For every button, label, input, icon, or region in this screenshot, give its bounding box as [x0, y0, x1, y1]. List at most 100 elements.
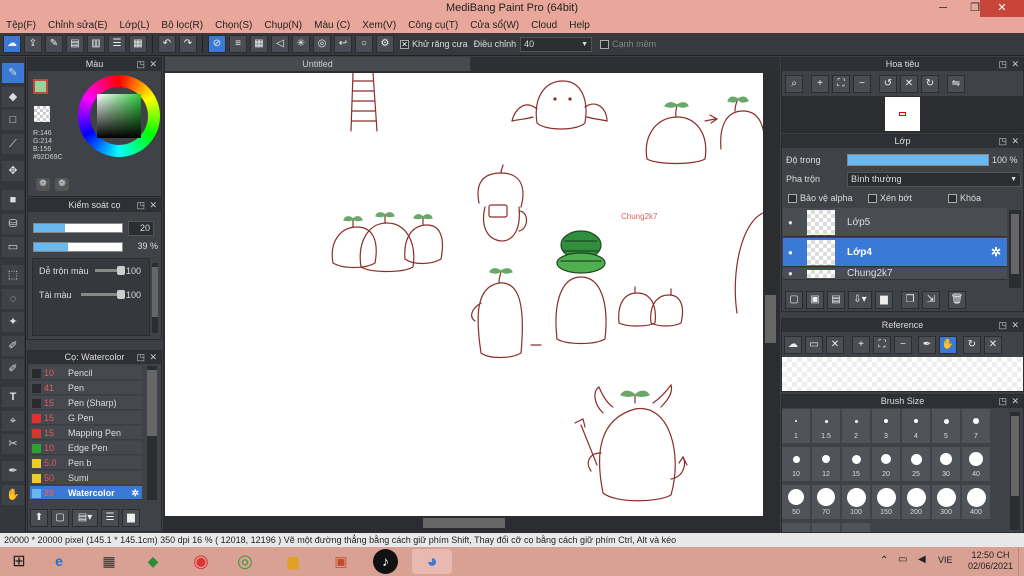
close-icon[interactable]: ✕: [1011, 395, 1019, 408]
menu-item[interactable]: Chụp(N): [264, 20, 302, 31]
close-icon[interactable]: ✕: [149, 199, 157, 212]
brush-size-preset[interactable]: 200: [902, 485, 930, 519]
snap-circle-icon[interactable]: ◎: [313, 35, 331, 53]
lock-checkbox[interactable]: [948, 193, 957, 203]
menu-item[interactable]: Chỉnh sửa(E): [48, 20, 108, 31]
fit-icon[interactable]: ⛶: [873, 336, 891, 354]
duplicate-layer-icon[interactable]: ❐: [901, 291, 919, 309]
rotate-left-icon[interactable]: ↺: [879, 75, 897, 93]
layer-blend-select[interactable]: Bình thường ▼: [847, 172, 1021, 187]
clock[interactable]: 12:50 CH 02/06/2021: [968, 550, 1013, 572]
color-mode-icon[interactable]: ❁: [55, 178, 69, 191]
close-icon[interactable]: ✕: [1011, 319, 1019, 332]
green-app-icon[interactable]: ◎: [230, 549, 260, 574]
snap-grid-icon[interactable]: ▦: [250, 35, 268, 53]
clip-checkbox[interactable]: [868, 193, 877, 203]
move-tool-icon[interactable]: ✥: [2, 161, 24, 181]
brush-size-preset[interactable]: 40: [962, 447, 990, 481]
show-desktop-button[interactable]: [1018, 547, 1024, 576]
protect-alpha-checkbox[interactable]: [788, 193, 797, 203]
export-icon[interactable]: ⇪: [24, 35, 42, 53]
fill-rect-tool-icon[interactable]: ■: [2, 190, 24, 210]
menu-item[interactable]: Công cụ(T): [408, 20, 458, 31]
menu-item[interactable]: Tệp(F): [6, 20, 36, 31]
size-slider[interactable]: [33, 223, 123, 233]
undock-icon[interactable]: ◳: [136, 199, 145, 212]
brush-list-item[interactable]: 15 Pen (Sharp): [30, 396, 142, 410]
undock-icon[interactable]: ◳: [998, 58, 1007, 71]
cloud-open-icon[interactable]: ☁: [784, 336, 802, 354]
reset-view-icon[interactable]: ✕: [900, 75, 918, 93]
smooth-checkbox[interactable]: [600, 39, 610, 49]
gear-icon[interactable]: ✲: [131, 486, 139, 500]
rotate-icon[interactable]: ↻: [963, 336, 981, 354]
menu-item[interactable]: Chọn(S): [215, 20, 252, 31]
language-indicator[interactable]: VIE: [938, 555, 953, 565]
layer-folder-icon[interactable]: ▆: [875, 291, 893, 309]
brush-list-scrollbar[interactable]: [147, 366, 157, 500]
page-icon[interactable]: ▥: [87, 35, 105, 53]
presentation-app-icon[interactable]: ▣: [326, 549, 356, 574]
grid-icon[interactable]: ▦: [129, 35, 147, 53]
ie-browser-icon[interactable]: e: [44, 549, 74, 574]
medibang-taskbar-icon[interactable]: ◕: [412, 549, 452, 574]
select-tool-icon[interactable]: ⬚: [2, 265, 24, 285]
zoom-in-icon[interactable]: +: [811, 75, 829, 93]
snap-off-icon[interactable]: ⊘: [208, 35, 226, 53]
windows-start-icon[interactable]: ⊞: [4, 549, 34, 574]
eye-icon[interactable]: ●: [788, 208, 793, 237]
lasso-tool-icon[interactable]: ◌: [2, 289, 24, 309]
mahjong-app-icon[interactable]: ▦: [94, 549, 124, 574]
brush-size-preset[interactable]: 50: [782, 485, 810, 519]
gradient-tool-icon[interactable]: ▭: [2, 237, 24, 257]
zoom-out-icon[interactable]: −: [853, 75, 871, 93]
brush-size-preset[interactable]: 7: [962, 409, 990, 443]
flip-icon[interactable]: ⇋: [947, 75, 965, 93]
layer-list-scrollbar[interactable]: [1009, 210, 1021, 288]
menu-item[interactable]: Bộ lọc(R): [161, 20, 203, 31]
brush-size-preset[interactable]: 20: [872, 447, 900, 481]
close-button[interactable]: ✕: [980, 0, 1024, 17]
undo-icon[interactable]: ↶: [158, 35, 176, 53]
open-file-icon[interactable]: ▭: [805, 336, 823, 354]
brush-size-preset[interactable]: 100: [842, 485, 870, 519]
new-halftone-layer-icon[interactable]: ▣: [806, 291, 824, 309]
new-layer-icon[interactable]: ▢: [785, 291, 803, 309]
undock-icon[interactable]: ◳: [998, 395, 1007, 408]
brush-folder-icon[interactable]: ▆: [122, 509, 140, 527]
brush-size-scrollbar[interactable]: [1010, 412, 1020, 530]
ink-slider[interactable]: [81, 290, 125, 299]
menu-item[interactable]: Cloud: [531, 20, 557, 31]
brush-tool-icon[interactable]: ✎: [2, 63, 24, 83]
layer-opacity-slider[interactable]: [847, 154, 989, 166]
snap-parallel-icon[interactable]: ≡: [229, 35, 247, 53]
brush-size-preset[interactable]: 30: [932, 447, 960, 481]
eye-icon[interactable]: ●: [788, 268, 793, 280]
brush-size-preset[interactable]: [812, 523, 840, 532]
adjust-select[interactable]: 40 ▼: [520, 36, 593, 52]
volume-icon[interactable]: ◀: [918, 554, 926, 565]
canvas-hscroll[interactable]: [165, 516, 763, 530]
divide-tool-icon[interactable]: ✂: [2, 434, 24, 454]
brush-list-item[interactable]: 50 Sumi: [30, 471, 142, 485]
add-brush-icon[interactable]: ⬆: [30, 509, 48, 527]
layer-item[interactable]: ● Lớp5: [783, 208, 1007, 237]
hand-icon[interactable]: ✋: [939, 336, 957, 354]
line-tool-icon[interactable]: ⟋: [2, 134, 24, 154]
zoom-out-icon[interactable]: −: [894, 336, 912, 354]
brush-size-preset[interactable]: 10: [782, 447, 810, 481]
brush-size-preset[interactable]: [842, 523, 870, 532]
bluestacks-icon[interactable]: ◆: [138, 549, 168, 574]
hand-tool-icon[interactable]: ✋: [2, 485, 24, 505]
new-brush-icon[interactable]: ▢: [51, 509, 69, 527]
close-icon[interactable]: ✕: [1011, 58, 1019, 71]
reset-icon[interactable]: ✕: [984, 336, 1002, 354]
chrome-icon[interactable]: ◉: [186, 549, 216, 574]
brush-list-item[interactable]: 10 Pencil: [30, 366, 142, 380]
brush-list-item[interactable]: 10 Edge Pen: [30, 441, 142, 455]
comment-icon[interactable]: ✎: [45, 35, 63, 53]
eraser-tool-icon[interactable]: ◆: [2, 87, 24, 107]
close-icon[interactable]: ✕: [1011, 135, 1019, 148]
brush-list-icon[interactable]: ☰: [101, 509, 119, 527]
tiktok-icon[interactable]: ♪: [373, 549, 398, 574]
